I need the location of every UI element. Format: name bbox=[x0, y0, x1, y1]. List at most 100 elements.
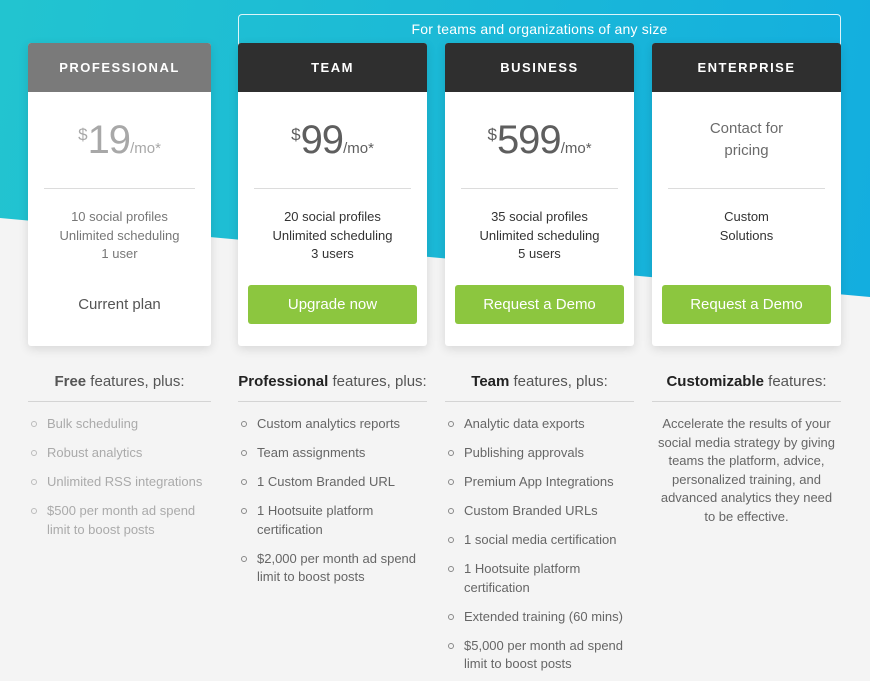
features-heading-bold: Customizable bbox=[666, 373, 764, 390]
summary-line: Custom bbox=[724, 209, 769, 224]
price-currency: $ bbox=[291, 125, 301, 144]
bullet-icon bbox=[31, 450, 37, 456]
plan-name: PROFESSIONAL bbox=[28, 43, 211, 92]
plan-name: TEAM bbox=[238, 43, 427, 92]
plan-summary: 10 social profiles Unlimited scheduling … bbox=[28, 189, 211, 285]
feature-item: Unlimited RSS integrations bbox=[28, 473, 211, 492]
bullet-icon bbox=[31, 508, 37, 514]
feature-item: Robust analytics bbox=[28, 444, 211, 463]
feature-list: Analytic data exports Publishing approval… bbox=[445, 415, 634, 674]
plan-summary: 35 social profiles Unlimited scheduling … bbox=[445, 189, 634, 285]
features-heading: Free features, plus: bbox=[28, 372, 211, 401]
feature-text: 1 Hootsuite platform certification bbox=[257, 503, 374, 537]
upgrade-now-button[interactable]: Upgrade now bbox=[248, 285, 417, 324]
bullet-icon bbox=[448, 566, 454, 572]
features-enterprise: Customizable features: Accelerate the re… bbox=[652, 372, 841, 526]
price-amount: 99 bbox=[300, 118, 344, 162]
feature-text: 1 Hootsuite platform certification bbox=[464, 561, 581, 595]
summary-line: Unlimited scheduling bbox=[479, 227, 600, 243]
feature-text: 1 Custom Branded URL bbox=[257, 474, 396, 489]
price-amount: 599 bbox=[496, 118, 562, 162]
feature-text: Unlimited RSS integrations bbox=[47, 474, 203, 489]
bullet-icon bbox=[448, 642, 454, 649]
feature-item: $5,000 per month ad spend limit to boost… bbox=[445, 637, 634, 674]
feature-item: 1 Hootsuite platform certification bbox=[445, 560, 634, 597]
price-currency: $ bbox=[487, 125, 497, 144]
feature-text: Analytic data exports bbox=[464, 416, 585, 431]
features-heading: Customizable features: bbox=[652, 372, 841, 401]
features-heading-bold: Team bbox=[471, 373, 510, 390]
request-demo-button-enterprise[interactable]: Request a Demo bbox=[662, 285, 831, 324]
feature-item: Publishing approvals bbox=[445, 444, 634, 463]
plan-summary: 20 social profiles Unlimited scheduling … bbox=[238, 189, 427, 285]
feature-text: $2,000 per month ad spend limit to boost… bbox=[257, 550, 417, 585]
feature-text: Premium App Integrations bbox=[464, 474, 614, 489]
divider bbox=[238, 401, 427, 402]
feature-text: $5,000 per month ad spend limit to boost… bbox=[464, 637, 624, 672]
feature-text: Custom analytics reports bbox=[257, 416, 401, 431]
bullet-icon bbox=[448, 613, 454, 620]
plan-card-enterprise: ENTERPRISE Contact for pricing Custom So… bbox=[652, 43, 841, 346]
bullet-icon bbox=[448, 421, 454, 427]
request-demo-button-business[interactable]: Request a Demo bbox=[455, 285, 624, 324]
features-heading: Team features, plus: bbox=[445, 372, 634, 401]
features-description: Accelerate the results of your social me… bbox=[657, 416, 836, 524]
plan-card-professional: PROFESSIONAL $ 19 /mo* 10 social profile… bbox=[28, 43, 211, 346]
summary-line: 10 social profiles bbox=[71, 209, 168, 224]
features-heading-rest: features, plus: bbox=[328, 373, 427, 390]
feature-item: Extended training (60 mins) bbox=[445, 608, 634, 627]
summary-line: 3 users bbox=[311, 246, 354, 261]
current-plan-label: Current plan bbox=[78, 296, 161, 313]
divider bbox=[652, 401, 841, 402]
feature-item: Analytic data exports bbox=[445, 415, 634, 434]
summary-line: Unlimited scheduling bbox=[272, 227, 393, 243]
feature-text: Publishing approvals bbox=[464, 445, 584, 460]
bullet-icon bbox=[448, 537, 454, 543]
features-heading-rest: features, plus: bbox=[509, 373, 608, 390]
summary-line: 5 users bbox=[518, 246, 561, 261]
feature-item: Custom Branded URLs bbox=[445, 502, 634, 521]
features-team: Professional features, plus: Custom anal… bbox=[238, 372, 427, 597]
bullet-icon bbox=[241, 450, 247, 456]
bullet-icon bbox=[31, 479, 37, 485]
summary-line: 35 social profiles bbox=[491, 209, 588, 224]
features-heading-bold: Free bbox=[54, 373, 87, 390]
summary-line: 1 user bbox=[101, 246, 138, 261]
feature-text: Robust analytics bbox=[47, 445, 143, 460]
bullet-icon bbox=[31, 421, 37, 427]
features-heading-rest: features, plus: bbox=[86, 373, 185, 390]
plan-price: $ 99 /mo* bbox=[238, 92, 427, 188]
feature-item: 1 social media certification bbox=[445, 531, 634, 550]
bullet-icon bbox=[448, 508, 454, 514]
feature-text: $500 per month ad spend limit to boost p… bbox=[47, 503, 196, 537]
teams-banner-text: For teams and organizations of any size bbox=[411, 21, 668, 37]
feature-text: Team assignments bbox=[257, 445, 366, 460]
feature-item: Premium App Integrations bbox=[445, 473, 634, 492]
feature-list: Custom analytics reports Team assignments… bbox=[238, 415, 427, 587]
plan-card-team: TEAM $ 99 /mo* 20 social profiles Unlimi… bbox=[238, 43, 427, 346]
feature-text: Bulk scheduling bbox=[47, 416, 139, 431]
feature-item: 1 Custom Branded URL bbox=[238, 473, 427, 492]
summary-line: Solutions bbox=[719, 227, 774, 243]
feature-item: Team assignments bbox=[238, 444, 427, 463]
plan-price: $ 599 /mo* bbox=[445, 92, 634, 188]
divider bbox=[28, 401, 211, 402]
bullet-icon bbox=[448, 479, 454, 485]
feature-text: Custom Branded URLs bbox=[464, 503, 598, 518]
features-heading: Professional features, plus: bbox=[238, 372, 427, 401]
bullet-icon bbox=[241, 508, 247, 514]
price-currency: $ bbox=[78, 125, 88, 144]
plan-price: $ 19 /mo* bbox=[28, 92, 211, 188]
bullet-icon bbox=[241, 555, 247, 562]
summary-line: Unlimited scheduling bbox=[59, 227, 180, 243]
features-heading-rest: features: bbox=[763, 373, 827, 390]
plan-name: ENTERPRISE bbox=[652, 43, 841, 92]
contact-for-pricing: Contact for pricing bbox=[709, 120, 784, 159]
divider bbox=[445, 401, 634, 402]
features-heading-bold: Professional bbox=[238, 373, 329, 390]
features-professional: Free features, plus: Bulk scheduling Robu… bbox=[28, 372, 211, 550]
feature-item: 1 Hootsuite platform certification bbox=[238, 502, 427, 539]
price-period: /mo* bbox=[130, 140, 161, 157]
plan-name: BUSINESS bbox=[445, 43, 634, 92]
plan-card-business: BUSINESS $ 599 /mo* 35 social profiles U… bbox=[445, 43, 634, 346]
